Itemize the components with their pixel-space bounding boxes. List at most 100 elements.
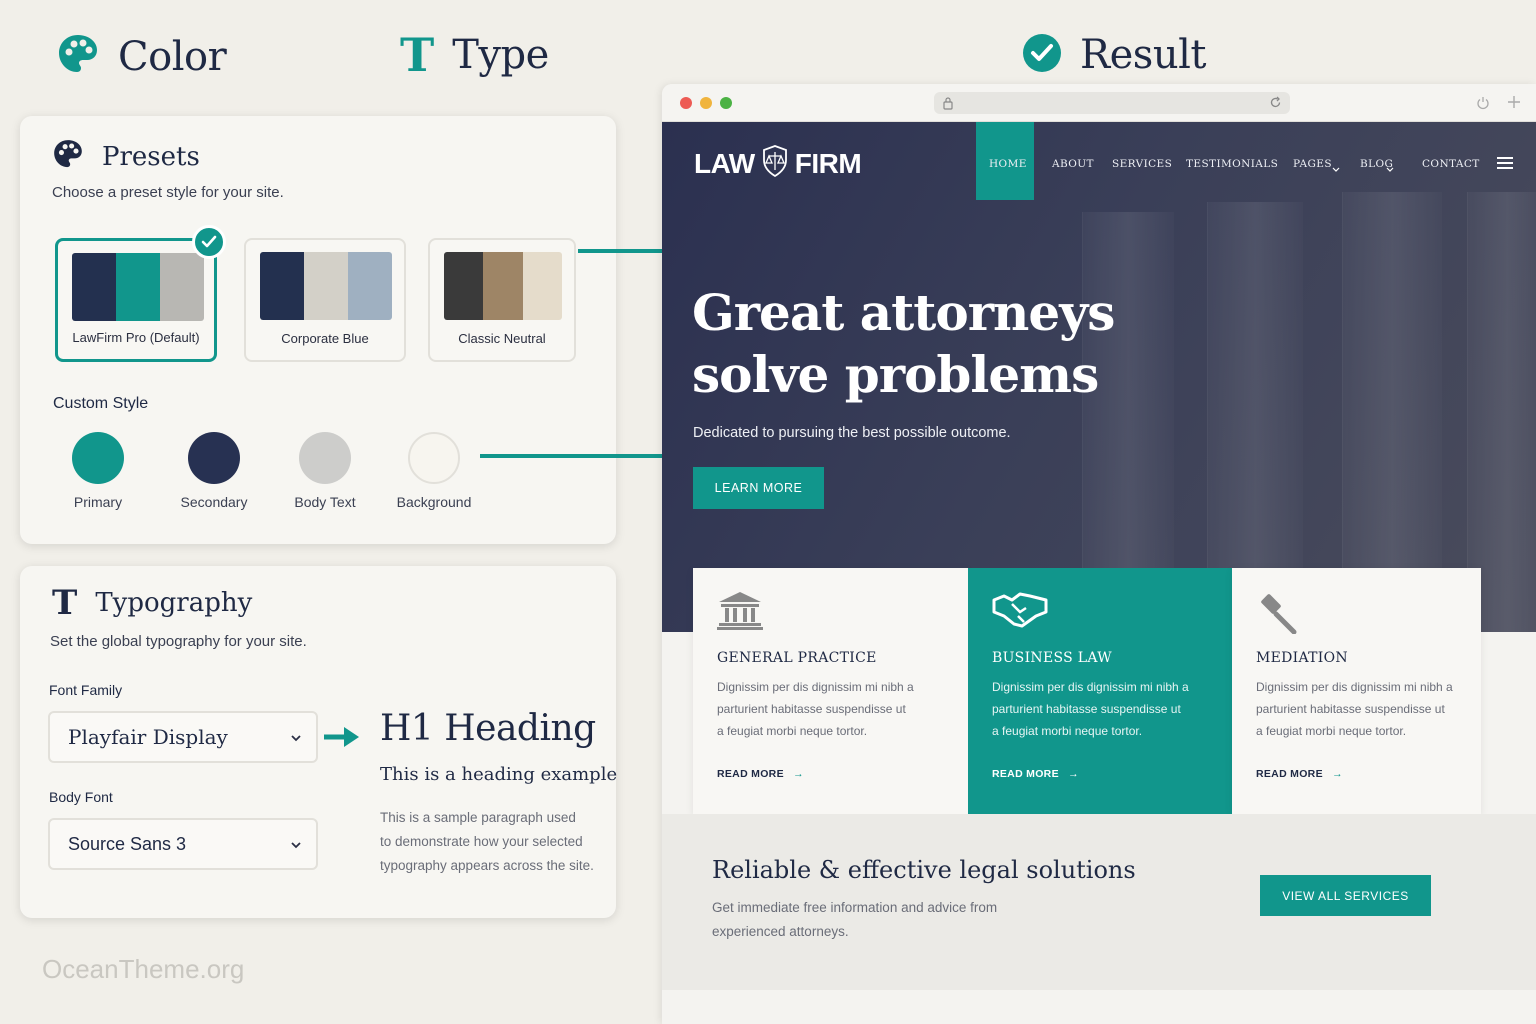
service-text: Dignissim per dis dignissim mi nibh a pa… xyxy=(992,676,1206,742)
gavel-icon xyxy=(1256,590,1300,639)
service-text-line: Dignissim per dis dignissim mi nibh a xyxy=(717,680,914,694)
cta-title: Reliable & effective legal solutions xyxy=(712,856,1136,884)
preset-swatch-strip xyxy=(260,252,392,320)
service-card-mediation[interactable]: MEDIATION Dignissim per dis dignissim mi… xyxy=(1232,568,1481,814)
close-dot-icon[interactable] xyxy=(680,97,692,109)
address-bar[interactable] xyxy=(934,92,1290,114)
color-header: Color xyxy=(56,32,227,81)
preset-swatch-strip xyxy=(444,252,562,320)
reload-icon[interactable] xyxy=(1269,96,1282,114)
font-family-select[interactable]: Playfair Display xyxy=(48,711,318,763)
type-header: T Type xyxy=(400,32,549,78)
service-title: GENERAL PRACTICE xyxy=(717,650,877,666)
lock-icon xyxy=(942,96,954,115)
hamburger-menu-icon[interactable] xyxy=(1497,156,1513,175)
preset-name: Corporate Blue xyxy=(281,331,369,346)
read-more-link[interactable]: READ MORE → xyxy=(1256,768,1343,780)
presets-subtitle: Choose a preset style for your site. xyxy=(52,184,284,201)
type-t-icon: T xyxy=(52,583,78,623)
preset-card-corporate-blue[interactable]: Corporate Blue xyxy=(244,238,406,362)
power-icon[interactable] xyxy=(1476,96,1490,115)
font-family-label: Font Family xyxy=(49,682,123,698)
read-more-label: READ MORE xyxy=(1256,768,1323,780)
nav-item-contact[interactable]: CONTACT xyxy=(1422,158,1480,170)
hero-title: Great attorneys solve problems xyxy=(692,282,1115,406)
read-more-link[interactable]: READ MORE → xyxy=(992,768,1079,780)
secondary-label: Secondary xyxy=(180,494,248,510)
typography-title-row: T Typography xyxy=(52,586,252,620)
view-all-services-button[interactable]: VIEW ALL SERVICES xyxy=(1260,875,1431,916)
hero-title-line: solve problems xyxy=(692,345,1099,404)
browser-toolbar xyxy=(662,84,1536,122)
maximize-dot-icon[interactable] xyxy=(720,97,732,109)
background-label: Background xyxy=(396,494,472,510)
arrow-right-icon xyxy=(324,725,360,754)
bg-column xyxy=(1467,192,1536,632)
body-font-select[interactable]: Source Sans 3 xyxy=(48,818,318,870)
chevron-down-icon xyxy=(1332,160,1340,178)
preset-name: Classic Neutral xyxy=(458,331,546,346)
service-text-line: parturient habitasse suspendisse ut xyxy=(992,702,1181,716)
body-font-value: Source Sans 3 xyxy=(68,833,187,854)
body-text-color-swatch[interactable] xyxy=(299,432,351,484)
browser-window: LAW FIRM HOME ABOUT SERVICES TESTIMONIAL… xyxy=(662,84,1536,1024)
nav-item-pages[interactable]: PAGES xyxy=(1293,158,1332,170)
background-color-swatch[interactable] xyxy=(408,432,460,484)
check-circle-icon xyxy=(1022,33,1062,78)
courthouse-icon xyxy=(717,590,763,635)
preset-swatch-strip xyxy=(72,253,204,321)
typography-subtitle: Set the global typography for your site. xyxy=(50,633,307,650)
service-text-line: a feugiat morbi neque tortor. xyxy=(992,724,1143,738)
logo-text-right: FIRM xyxy=(794,147,862,179)
nav-item-home[interactable]: HOME xyxy=(989,158,1027,170)
type-t-icon: T xyxy=(400,28,435,82)
service-text-line: parturient habitasse suspendisse ut xyxy=(1256,702,1445,716)
read-more-link[interactable]: READ MORE → xyxy=(717,768,804,780)
arrow-right-icon: → xyxy=(793,768,804,780)
service-card-business-law[interactable]: BUSINESS LAW Dignissim per dis dignissim… xyxy=(968,568,1232,814)
hero-section: LAW FIRM HOME ABOUT SERVICES TESTIMONIAL… xyxy=(662,122,1536,632)
cta-text: Get immediate free information and advic… xyxy=(712,896,997,944)
service-text-line: a feugiat morbi neque tortor. xyxy=(1256,724,1407,738)
arrow-right-icon xyxy=(480,444,682,473)
logo-text-left: LAW xyxy=(694,147,755,179)
cta-section: Reliable & effective legal solutions Get… xyxy=(662,814,1536,990)
custom-style-label: Custom Style xyxy=(53,395,149,412)
type-header-label: Type xyxy=(452,32,549,78)
secondary-color-swatch[interactable] xyxy=(188,432,240,484)
nav-item-services[interactable]: SERVICES xyxy=(1112,158,1172,170)
preset-card-lawfirm-pro[interactable]: LawFirm Pro (Default) xyxy=(55,225,226,362)
preset-card-classic-neutral[interactable]: Classic Neutral xyxy=(428,238,576,362)
learn-more-button[interactable]: LEARN MORE xyxy=(693,467,824,509)
service-text-line: a feugiat morbi neque tortor. xyxy=(717,724,868,738)
service-card-general-practice[interactable]: GENERAL PRACTICE Dignissim per dis digni… xyxy=(693,568,968,814)
watermark: OceanTheme.org xyxy=(42,954,245,984)
minimize-dot-icon[interactable] xyxy=(700,97,712,109)
primary-label: Primary xyxy=(73,494,123,510)
preview-paragraph-line: This is a sample paragraph used xyxy=(380,810,576,825)
presets-title-row: Presets xyxy=(52,138,200,175)
preview-paragraph-line: to demonstrate how your selected xyxy=(380,834,583,849)
read-more-label: READ MORE xyxy=(992,768,1059,780)
handshake-icon xyxy=(992,590,1048,635)
palette-icon xyxy=(56,32,100,81)
scales-shield-icon xyxy=(761,144,789,183)
preview-heading: This is a heading example xyxy=(380,764,618,785)
nav-item-about[interactable]: ABOUT xyxy=(1052,158,1094,170)
font-family-value: Playfair Display xyxy=(68,725,228,749)
color-header-label: Color xyxy=(118,33,227,80)
presets-title: Presets xyxy=(102,141,200,172)
hero-subtitle: Dedicated to pursuing the best possible … xyxy=(693,425,1011,441)
site-logo[interactable]: LAW FIRM xyxy=(694,144,862,183)
preview-paragraph: This is a sample paragraph used to demon… xyxy=(380,806,594,878)
result-header: Result xyxy=(1022,32,1206,78)
presets-panel: Presets Choose a preset style for your s… xyxy=(20,116,616,544)
read-more-label: READ MORE xyxy=(717,768,784,780)
new-tab-plus-icon[interactable] xyxy=(1507,95,1521,114)
service-text: Dignissim per dis dignissim mi nibh a pa… xyxy=(717,676,931,742)
nav-item-testimonials[interactable]: TESTIMONIALS xyxy=(1186,158,1278,170)
service-text-line: Dignissim per dis dignissim mi nibh a xyxy=(992,680,1189,694)
primary-color-swatch[interactable] xyxy=(72,432,124,484)
palette-icon xyxy=(52,138,84,175)
arrow-right-icon: → xyxy=(1332,768,1343,780)
